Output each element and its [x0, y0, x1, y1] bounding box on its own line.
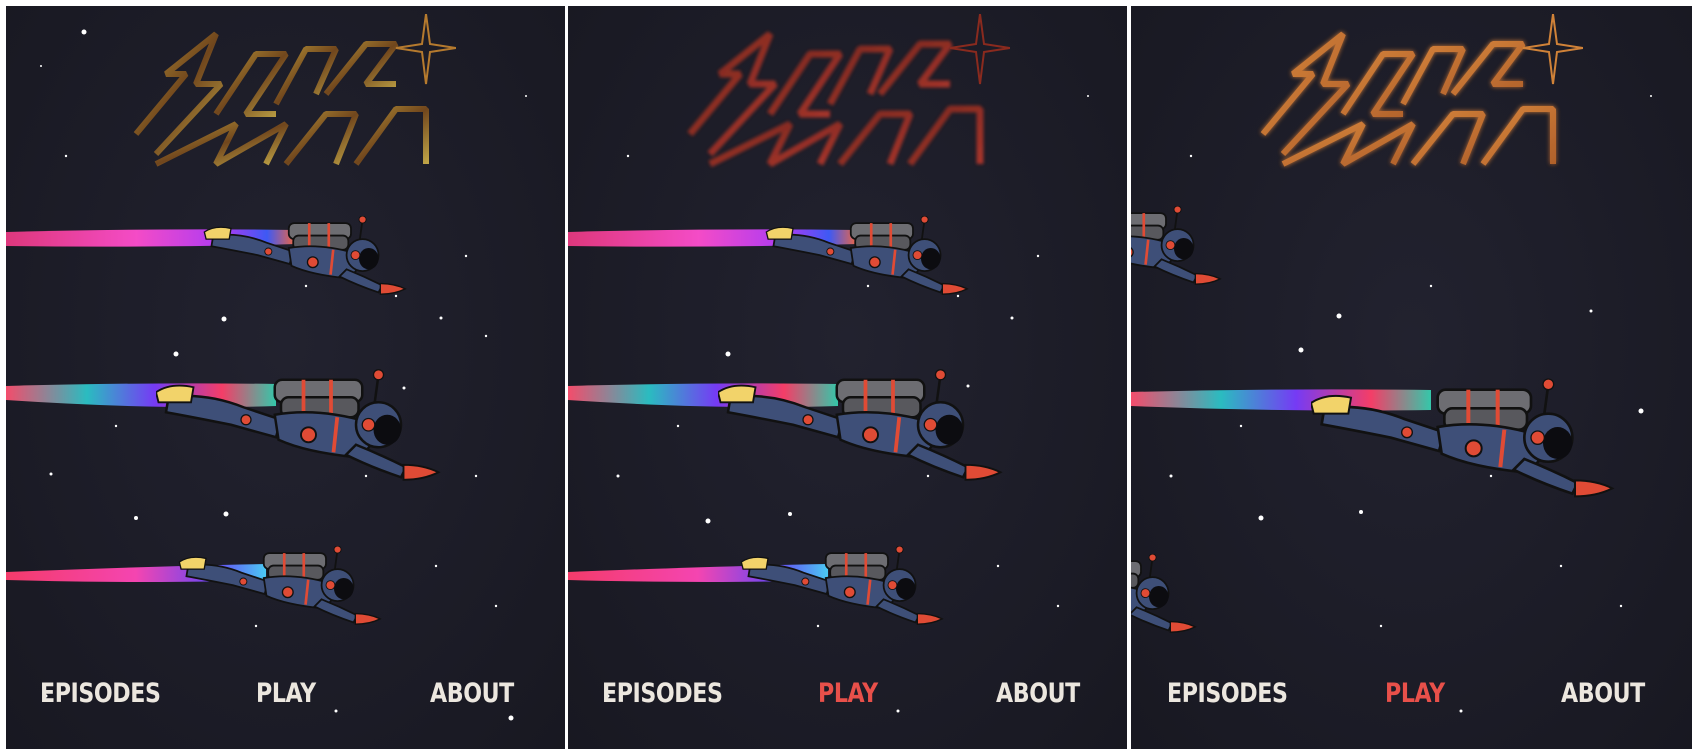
space-zero-logo [133, 14, 456, 167]
game-screen-1: EPISODES PLAY ABOUT [6, 6, 565, 749]
nav-episodes-button[interactable]: EPISODES [1167, 678, 1288, 709]
nav-episodes-button[interactable]: EPISODES [40, 678, 161, 709]
astronaut [739, 546, 944, 626]
astronaut [202, 216, 407, 296]
nav-play-button[interactable]: PLAY [818, 678, 878, 709]
main-nav: EPISODES PLAY ABOUT [1131, 678, 1692, 724]
game-screen-3: EPISODES PLAY ABOUT [1131, 6, 1692, 749]
astronaut [1131, 554, 1197, 634]
astronaut [1131, 206, 1222, 286]
game-screen-2: EPISODES PLAY ABOUT [568, 6, 1127, 749]
nav-play-button[interactable]: PLAY [1385, 678, 1445, 709]
astronaut [764, 216, 969, 296]
nav-about-button[interactable]: ABOUT [996, 678, 1080, 709]
space-zero-logo [687, 14, 1010, 168]
nav-episodes-button[interactable]: EPISODES [602, 678, 723, 709]
nav-about-button[interactable]: ABOUT [1561, 678, 1645, 709]
astronaut [177, 546, 382, 626]
nav-play-button[interactable]: PLAY [256, 678, 316, 709]
nav-about-button[interactable]: ABOUT [430, 678, 514, 709]
space-zero-logo [1260, 14, 1583, 167]
main-nav: EPISODES PLAY ABOUT [6, 678, 565, 724]
main-nav: EPISODES PLAY ABOUT [568, 678, 1127, 724]
